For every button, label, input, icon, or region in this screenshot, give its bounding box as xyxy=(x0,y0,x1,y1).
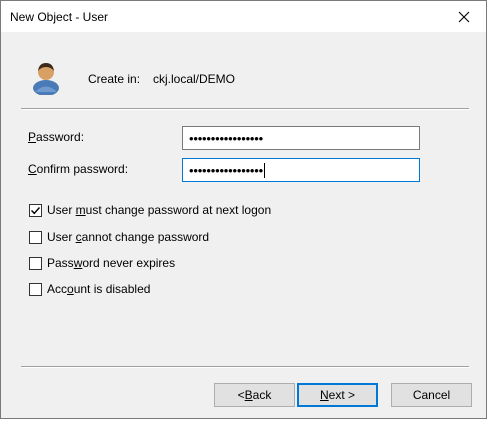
option-label: User cannot change password xyxy=(47,230,210,244)
separator-top xyxy=(21,108,469,110)
checkbox-account-disabled[interactable] xyxy=(29,282,42,296)
confirm-password-value: ••••••••••••••••• xyxy=(189,162,263,178)
confirm-password-field[interactable]: ••••••••••••••••• xyxy=(182,158,420,182)
checkbox-never-expires[interactable] xyxy=(29,256,42,270)
password-label-text: assword: xyxy=(36,130,85,144)
confirm-password-label: Confirm password: xyxy=(28,162,128,176)
close-button[interactable] xyxy=(442,1,486,32)
option-password-never-expires[interactable]: Password never expires xyxy=(29,256,175,270)
password-label-hotkey: P xyxy=(28,130,37,144)
text-caret xyxy=(263,162,265,178)
confirm-label-text: onfirm password: xyxy=(36,162,129,176)
create-in-label: Create in: xyxy=(88,72,141,86)
next-button[interactable]: Next > xyxy=(297,383,378,407)
option-label: Account is disabled xyxy=(47,282,151,296)
password-field[interactable]: ••••••••••••••••• xyxy=(182,126,420,150)
password-value: ••••••••••••••••• xyxy=(189,130,263,146)
option-label: Password never expires xyxy=(47,256,176,270)
separator-bottom xyxy=(21,366,469,368)
dialog-window: New Object - User Create in: ckj.local/D… xyxy=(0,0,487,419)
checkbox-must-change[interactable] xyxy=(29,203,42,217)
option-label: User must change password at next logon xyxy=(47,203,272,217)
checkbox-cannot-change[interactable] xyxy=(29,230,42,244)
back-button[interactable]: < Back xyxy=(214,383,295,407)
window-title: New Object - User xyxy=(10,10,109,24)
confirm-label-hotkey: C xyxy=(28,162,37,176)
option-account-disabled[interactable]: Account is disabled xyxy=(29,282,150,296)
password-label: Password: xyxy=(28,130,84,144)
create-in-path: ckj.local/DEMO xyxy=(153,72,236,86)
cancel-button[interactable]: Cancel xyxy=(391,383,472,407)
title-bar: New Object - User xyxy=(1,1,486,32)
option-must-change-password[interactable]: User must change password at next logon xyxy=(29,203,271,217)
check-icon xyxy=(31,206,41,214)
user-icon xyxy=(33,63,59,95)
close-icon xyxy=(458,11,470,22)
option-cannot-change-password[interactable]: User cannot change password xyxy=(29,230,209,244)
